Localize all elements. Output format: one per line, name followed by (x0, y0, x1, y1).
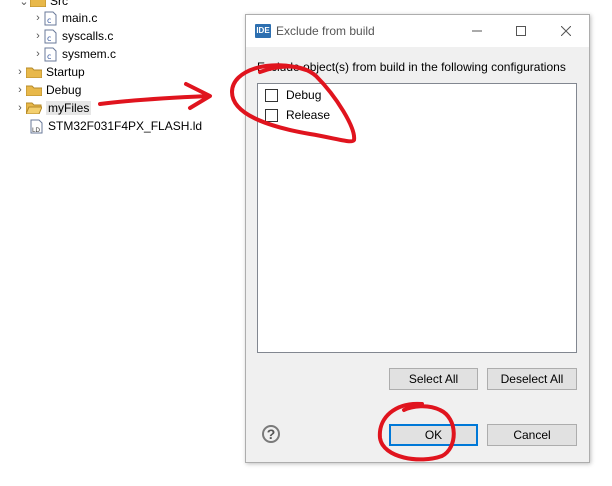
dialog-title: Exclude from build (276, 24, 375, 38)
chevron-right-icon[interactable]: › (32, 45, 44, 63)
maximize-button[interactable] (498, 15, 544, 47)
chevron-right-icon[interactable]: › (14, 63, 26, 81)
chevron-right-icon[interactable]: › (32, 9, 44, 27)
deselect-all-button[interactable]: Deselect All (487, 368, 577, 390)
folder-icon (26, 84, 42, 96)
dialog-description: Exclude object(s) from build in the foll… (257, 60, 566, 74)
folder-icon (26, 66, 42, 78)
help-icon[interactable]: ? (262, 425, 280, 443)
close-icon (561, 26, 571, 36)
configuration-item-debug[interactable]: Debug (265, 86, 321, 104)
tree-item-debug[interactable]: › Debug (14, 81, 81, 99)
tree-item-label: myFiles (46, 101, 92, 115)
configuration-label: Debug (286, 88, 322, 102)
minimize-icon (472, 30, 482, 32)
tree-item-startup[interactable]: › Startup (14, 63, 85, 81)
chevron-right-icon[interactable]: › (14, 81, 26, 99)
dialog-titlebar[interactable]: IDE Exclude from build (246, 15, 589, 47)
c-file-icon: c (44, 11, 57, 26)
select-all-button[interactable]: Select All (389, 368, 478, 390)
svg-text:c: c (47, 16, 51, 25)
tree-item-label: sysmem.c (62, 47, 116, 61)
configuration-list: Debug Release (257, 83, 577, 353)
c-file-icon: c (44, 47, 57, 62)
tree-item-label: Startup (46, 65, 85, 79)
ok-button[interactable]: OK (389, 424, 478, 446)
cancel-button[interactable]: Cancel (487, 424, 577, 446)
tree-item-label: syscalls.c (62, 29, 114, 43)
debug-checkbox[interactable] (265, 88, 278, 102)
folder-icon (30, 0, 46, 7)
configuration-item-release[interactable]: Release (265, 106, 330, 124)
minimize-button[interactable] (454, 15, 500, 47)
maximize-icon (516, 26, 526, 36)
tree-item-main-c[interactable]: › c main.c (32, 9, 97, 27)
tree-item-label: main.c (62, 11, 98, 25)
configuration-label: Release (286, 108, 331, 122)
release-checkbox[interactable] (265, 108, 278, 122)
tree-item-syscalls-c[interactable]: › c syscalls.c (32, 27, 113, 45)
chevron-right-icon[interactable]: › (32, 27, 44, 45)
svg-text:c: c (47, 34, 51, 43)
project-explorer: ⌄ Src › c main.c › c syscalls.c › c sysm… (0, 0, 245, 486)
chevron-down-icon[interactable]: ⌄ (18, 0, 30, 10)
exclude-from-build-dialog: IDE Exclude from build Exclude object(s)… (245, 14, 590, 463)
tree-item-label: STM32F031F4PX_FLASH.ld (48, 119, 203, 133)
tree-item-myfiles[interactable]: › myFiles (14, 99, 92, 117)
ld-file-icon: LD (30, 119, 43, 134)
open-folder-icon (26, 102, 42, 114)
svg-text:LD: LD (32, 127, 40, 134)
ide-app-icon: IDE (255, 24, 271, 38)
c-file-icon: c (44, 29, 57, 44)
tree-item-label: Src (50, 0, 68, 8)
close-button[interactable] (543, 15, 589, 47)
svg-text:c: c (47, 52, 51, 61)
tree-item-label: Debug (46, 83, 82, 97)
tree-item-sysmem-c[interactable]: › c sysmem.c (32, 45, 116, 63)
tree-item-linker-script[interactable]: LD STM32F031F4PX_FLASH.ld (30, 117, 202, 135)
chevron-right-icon[interactable]: › (14, 99, 26, 117)
